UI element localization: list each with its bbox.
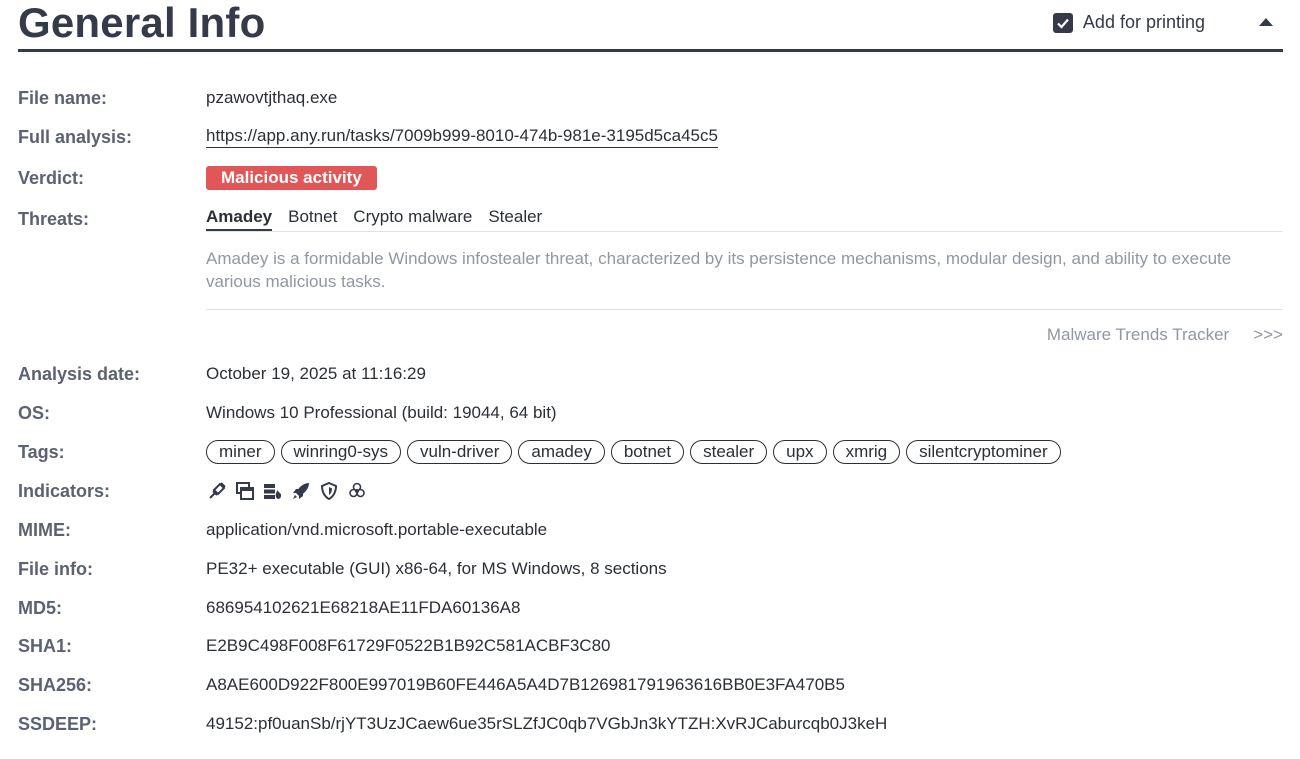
os-label: OS: xyxy=(18,402,51,423)
description-divider xyxy=(206,309,1283,310)
biohazard-icon[interactable] xyxy=(346,480,368,502)
rocket-icon[interactable] xyxy=(290,480,312,502)
tab-crypto-malware[interactable]: Crypto malware xyxy=(353,207,472,231)
mime-value: application/vnd.microsoft.portable-execu… xyxy=(206,520,548,539)
sha256-row: SHA256: A8AE600D922F800E997019B60FE446A5… xyxy=(18,672,845,698)
tag-vuln-driver[interactable]: vuln-driver xyxy=(407,440,513,464)
sha256-value: A8AE600D922F800E997019B60FE446A5A4D7B126… xyxy=(206,675,845,694)
tag-upx[interactable]: upx xyxy=(773,440,827,464)
collapse-arrow-icon[interactable] xyxy=(1259,18,1273,26)
tags-row: Tags: miner winring0-sys vuln-driver ama… xyxy=(18,439,1061,465)
os-row: OS: Windows 10 Professional (build: 1904… xyxy=(18,400,557,426)
os-value: Windows 10 Professional (build: 19044, 6… xyxy=(206,403,557,422)
sha1-value: E2B9C498F008F61729F0522B1B92C581ACBF3C80 xyxy=(206,636,611,655)
mime-row: MIME: application/vnd.microsoft.portable… xyxy=(18,517,547,543)
syringe-icon[interactable] xyxy=(206,480,228,502)
page-title: General Info xyxy=(18,0,266,46)
analysis-date-label: Analysis date: xyxy=(18,363,141,384)
tag-miner[interactable]: miner xyxy=(206,440,275,464)
tab-amadey[interactable]: Amadey xyxy=(206,207,273,231)
full-analysis-label: Full analysis: xyxy=(18,126,133,147)
md5-row: MD5: 686954102621E68218AE11FDA60136A8 xyxy=(18,595,520,621)
tab-botnet[interactable]: Botnet xyxy=(288,207,337,231)
tracker-label: Malware Trends Tracker xyxy=(1046,325,1230,344)
indicators-row: Indicators: xyxy=(18,478,368,504)
md5-value: 686954102621E68218AE11FDA60136A8 xyxy=(206,598,521,617)
file-name-row: File name: pzawovtjthaq.exe xyxy=(18,85,337,111)
tag-list: miner winring0-sys vuln-driver amadey bo… xyxy=(206,440,1061,464)
server-fire-icon[interactable] xyxy=(262,480,284,502)
tag-xmrig[interactable]: xmrig xyxy=(832,440,901,464)
verdict-row: Verdict: Malicious activity xyxy=(18,165,377,191)
malware-trends-tracker-link[interactable]: Malware Trends Tracker >>> xyxy=(1047,325,1283,345)
tag-botnet[interactable]: botnet xyxy=(610,440,685,464)
full-analysis-link[interactable]: https://app.any.run/tasks/7009b999-8010-… xyxy=(206,126,718,148)
file-info-label: File info: xyxy=(18,558,93,579)
ssdeep-row: SSDEEP: 49152:pf0uanSb/rjYT3UzJCaew6ue35… xyxy=(18,711,887,737)
full-analysis-row: Full analysis: https://app.any.run/tasks… xyxy=(18,124,718,150)
threats-divider xyxy=(206,231,1283,232)
ssdeep-label: SSDEEP: xyxy=(18,713,98,734)
tag-stealer[interactable]: stealer xyxy=(690,440,768,464)
check-icon xyxy=(1057,18,1069,29)
threat-description: Amadey is a formidable Windows infosteal… xyxy=(206,249,1232,291)
tag-winring0-sys[interactable]: winring0-sys xyxy=(280,440,401,464)
analysis-date-value: October 19, 2025 at 11:16:29 xyxy=(206,364,426,383)
indicator-icons xyxy=(206,480,368,502)
tags-label: Tags: xyxy=(18,441,65,462)
indicators-label: Indicators: xyxy=(18,480,111,501)
mime-label: MIME: xyxy=(18,519,71,540)
file-info-value: PE32+ executable (GUI) x86-64, for MS Wi… xyxy=(206,559,667,578)
verdict-label: Verdict: xyxy=(18,167,85,188)
tracker-arrow: >>> xyxy=(1253,325,1283,344)
print-checkbox[interactable] xyxy=(1052,12,1073,33)
sha1-label: SHA1: xyxy=(18,635,73,656)
tab-stealer[interactable]: Stealer xyxy=(488,207,542,231)
ssdeep-value: 49152:pf0uanSb/rjYT3UzJCaew6ue35rSLZfJC0… xyxy=(206,714,888,733)
threats-label: Threats: xyxy=(18,208,90,229)
shield-icon[interactable] xyxy=(318,480,340,502)
windows-icon[interactable] xyxy=(234,480,256,502)
verdict-badge: Malicious activity xyxy=(206,166,377,190)
analysis-date-row: Analysis date: October 19, 2025 at 11:16… xyxy=(18,361,426,387)
add-for-printing-toggle[interactable]: Add for printing xyxy=(1052,12,1205,33)
threat-tabs: Amadey Botnet Crypto malware Stealer xyxy=(206,207,542,231)
general-info-header: General Info Add for printing xyxy=(18,0,1283,52)
threats-row: Threats: Amadey Botnet Crypto malware St… xyxy=(18,206,542,232)
file-name-label: File name: xyxy=(18,87,108,108)
tag-silentcryptominer[interactable]: silentcryptominer xyxy=(906,440,1061,464)
sha256-label: SHA256: xyxy=(18,674,93,695)
file-info-row: File info: PE32+ executable (GUI) x86-64… xyxy=(18,556,667,582)
file-name-value: pzawovtjthaq.exe xyxy=(206,88,338,107)
tag-amadey[interactable]: amadey xyxy=(518,440,605,464)
md5-label: MD5: xyxy=(18,597,62,618)
print-label: Add for printing xyxy=(1082,12,1205,32)
sha1-row: SHA1: E2B9C498F008F61729F0522B1B92C581AC… xyxy=(18,633,611,659)
